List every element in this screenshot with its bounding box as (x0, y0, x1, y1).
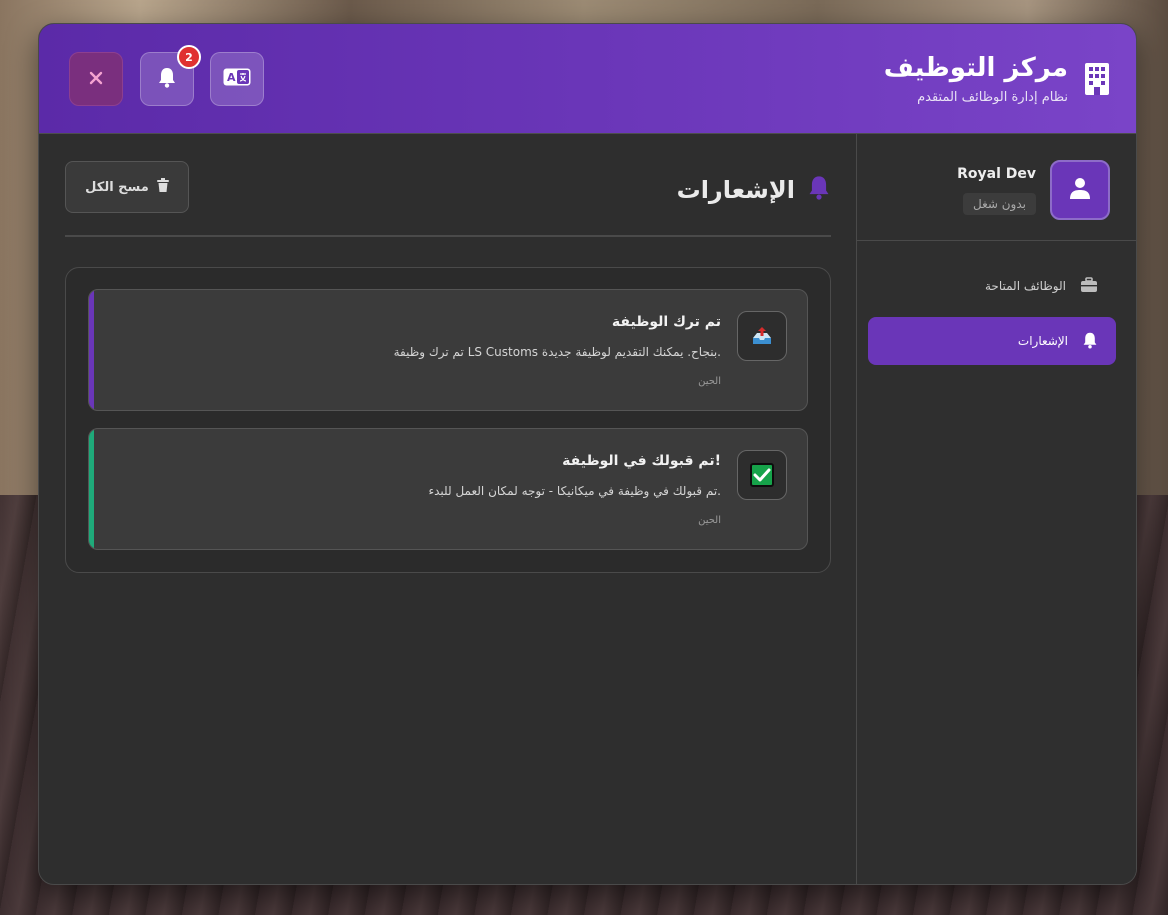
profile-job-status: بدون شغل (963, 193, 1036, 215)
sidebar-item-label: الوظائف المتاحة (984, 279, 1066, 293)
bell-icon (807, 174, 831, 206)
profile-name: Royal Dev (957, 166, 1036, 182)
sidebar: Royal Dev بدون شغل الوظائف المتاحة الإشع… (856, 134, 1136, 884)
section-title: الإشعارات (677, 174, 831, 206)
notifications-list: تم ترك الوظيفة تم ترك وظيفة LS Customs ب… (65, 267, 831, 573)
sidebar-item-available-jobs[interactable]: الوظائف المتاحة (868, 262, 1116, 310)
brand: مركز التوظيف نظام إدارة الوظائف المتقدم (884, 52, 1112, 105)
notification-title: تم قبولك في الوظيفة! (562, 453, 721, 469)
section-title-text: الإشعارات (676, 176, 795, 204)
user-icon (1068, 176, 1092, 204)
profile-card: Royal Dev بدون شغل (857, 134, 1136, 241)
notification-count-badge: 2 (177, 45, 201, 69)
main-content: الإشعارات مسح الكل تم ترك الوظيفة تم ترك… (39, 134, 857, 884)
outbox-tray-icon (737, 311, 787, 361)
bell-icon (1082, 331, 1098, 352)
close-button[interactable] (69, 52, 123, 106)
app-subtitle: نظام إدارة الوظائف المتقدم (917, 90, 1068, 105)
sidebar-item-notifications[interactable]: الإشعارات (868, 317, 1116, 365)
notifications-button[interactable]: 2 (140, 45, 201, 106)
notification-accent-stripe (89, 290, 94, 410)
divider (65, 235, 831, 237)
close-icon (89, 70, 103, 89)
notification-accent-stripe (89, 429, 94, 549)
clear-all-label: مسح الكل (85, 179, 149, 195)
bell-icon (157, 66, 177, 92)
trash-icon (156, 178, 169, 196)
briefcase-icon (1080, 276, 1098, 296)
employment-center-window: مركز التوظيف نظام إدارة الوظائف المتقدم … (38, 23, 1137, 885)
language-button[interactable]: A (210, 52, 264, 106)
svg-text:A: A (227, 71, 236, 84)
notification-message: تم قبولك في وظيفة في ميكانيكا - توجه لمك… (428, 484, 721, 498)
language-icon: A (223, 68, 251, 90)
notification-message: تم ترك وظيفة LS Customs بنجاح. يمكنك الت… (393, 345, 721, 359)
avatar (1050, 160, 1110, 220)
notification-time: الحين (698, 515, 721, 526)
sidebar-item-label: الإشعارات (1017, 334, 1068, 348)
clear-all-button[interactable]: مسح الكل (65, 161, 189, 213)
app-title: مركز التوظيف (883, 53, 1068, 83)
notification-title: تم ترك الوظيفة (611, 314, 721, 330)
building-icon (1082, 59, 1112, 99)
notification-card[interactable]: تم قبولك في الوظيفة! تم قبولك في وظيفة ف… (88, 428, 808, 550)
notification-time: الحين (698, 376, 721, 387)
header: مركز التوظيف نظام إدارة الوظائف المتقدم … (39, 24, 1136, 134)
notification-card[interactable]: تم ترك الوظيفة تم ترك وظيفة LS Customs ب… (88, 289, 808, 411)
check-mark-icon (737, 450, 787, 500)
